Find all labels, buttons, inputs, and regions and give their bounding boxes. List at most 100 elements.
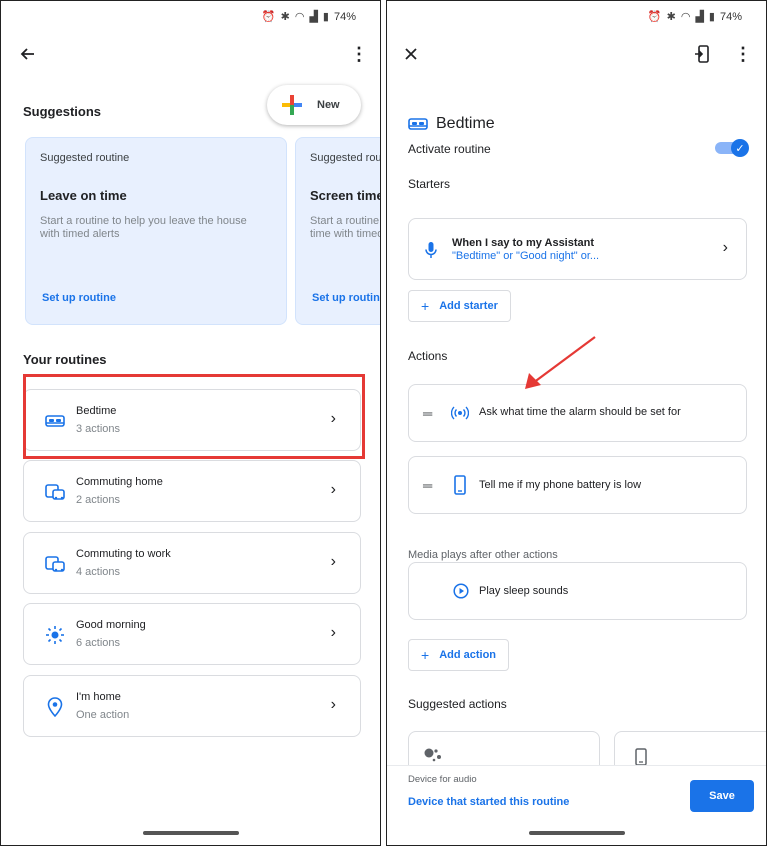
routines-list-screen: ⏰ ✱ ◠ ▟ ▮ 74% ⋮ Suggestions New Suggeste… [0, 0, 381, 846]
starter-card[interactable]: When I say to my Assistant "Bedtime" or … [408, 218, 747, 280]
highlight-box [23, 374, 365, 459]
add-action-label: Add action [439, 649, 497, 661]
alarm-icon: ⏰ [647, 11, 662, 23]
media-action-card[interactable]: Play sleep sounds [408, 562, 747, 620]
check-icon: ✓ [731, 139, 749, 157]
phone-link-icon [695, 45, 709, 63]
routine-action-count: 4 actions [76, 566, 121, 578]
suggested-routine-card[interactable]: Suggested routine Leave on time Start a … [25, 137, 287, 325]
bluetooth-icon: ✱ [666, 11, 676, 23]
suggested-routine-caption: Suggested routine [310, 152, 381, 164]
add-starter-button[interactable]: + Add starter [408, 290, 511, 322]
chevron-right-icon: › [330, 624, 336, 641]
routine-item-commuting-to-work[interactable]: Commuting to work 4 actions › [23, 532, 361, 594]
add-starter-label: Add starter [439, 300, 498, 312]
battery-icon: ▮ [322, 11, 329, 23]
back-arrow-icon [20, 48, 34, 60]
routine-item-commuting-home[interactable]: Commuting home 2 actions › [23, 460, 361, 522]
phone-icon [454, 475, 466, 495]
bed-icon [408, 118, 428, 130]
starter-title: When I say to my Assistant [452, 237, 595, 249]
status-bar: ⏰ ✱ ◠ ▟ ▮ 74% [261, 10, 356, 24]
set-up-routine-link[interactable]: Set up routine [312, 292, 380, 304]
action-label: Tell me if my phone battery is low [479, 479, 642, 491]
suggested-routine-title: Screen time [310, 188, 381, 203]
signal-icon: ▟ [695, 11, 704, 23]
routine-name: Good morning [76, 619, 146, 631]
back-button[interactable] [13, 40, 41, 68]
action-label: Ask what time the alarm should be set fo… [479, 406, 681, 418]
new-routine-label: New [317, 99, 340, 111]
chevron-right-icon: › [722, 239, 728, 256]
phone-add-button[interactable] [688, 40, 716, 68]
activate-routine-toggle[interactable]: ✓ [715, 139, 749, 157]
media-section-label: Media plays after other actions [408, 549, 558, 561]
routine-name: Commuting to work [76, 548, 171, 560]
close-icon [405, 48, 417, 60]
commute-icon [44, 553, 66, 575]
action-card[interactable]: ═ Tell me if my phone battery is low [408, 456, 747, 514]
annotation-arrow [525, 336, 596, 389]
bluetooth-icon: ✱ [280, 11, 290, 23]
more-vert-icon: ⋮ [734, 44, 752, 64]
suggestions-title: Suggestions [23, 104, 102, 119]
suggested-routine-desc: Start a routine to help you leave the ho… [40, 215, 247, 240]
routine-item-good-morning[interactable]: Good morning 6 actions › [23, 603, 361, 665]
suggested-routine-caption: Suggested routine [40, 152, 130, 164]
status-bar: ⏰ ✱ ◠ ▟ ▮ 74% [647, 10, 742, 24]
chevron-right-icon: › [330, 481, 336, 498]
plus-icon: + [421, 298, 430, 314]
battery-percent: 74% [333, 10, 356, 23]
more-vert-icon: ⋮ [350, 44, 368, 64]
device-audio-label: Device for audio [408, 774, 477, 785]
suggested-actions-title: Suggested actions [408, 697, 507, 711]
routine-action-count: One action [76, 709, 130, 721]
play-circle-icon [453, 583, 469, 599]
commute-icon [44, 481, 66, 503]
routine-name: Commuting home [76, 476, 163, 488]
chevron-right-icon: › [330, 553, 336, 570]
starter-phrases: "Bedtime" or "Good night" or... [452, 250, 600, 262]
routine-action-count: 2 actions [76, 494, 121, 506]
routine-header: Bedtime [408, 115, 495, 133]
your-routines-title: Your routines [23, 352, 107, 367]
more-options-button[interactable]: ⋮ [345, 40, 373, 68]
suggested-routine-card[interactable]: Suggested routine Screen time Start a ro… [295, 137, 381, 325]
routine-action-count: 6 actions [76, 637, 121, 649]
save-button[interactable]: Save [690, 780, 754, 812]
drag-handle-icon[interactable]: ═ [423, 406, 432, 421]
chevron-right-icon: › [330, 696, 336, 713]
location-icon [44, 696, 66, 718]
microphone-icon [425, 242, 437, 258]
broadcast-icon [451, 406, 469, 420]
media-action-label: Play sleep sounds [479, 585, 569, 597]
activate-routine-label: Activate routine [408, 142, 491, 156]
routine-name: I'm home [76, 691, 121, 703]
add-action-button[interactable]: + Add action [408, 639, 510, 671]
home-indicator [142, 831, 239, 835]
close-button[interactable] [397, 40, 425, 68]
phone-icon [635, 748, 647, 766]
alarm-icon: ⏰ [261, 11, 276, 23]
drag-handle-icon[interactable]: ═ [423, 478, 432, 493]
set-up-routine-link[interactable]: Set up routine [42, 292, 116, 304]
routine-title: Bedtime [436, 115, 495, 132]
wifi-icon: ◠ [680, 11, 691, 23]
routine-detail-screen: ⏰ ✱ ◠ ▟ ▮ 74% ⋮ Bedtime Activate routine… [386, 0, 767, 846]
device-audio-value[interactable]: Device that started this routine [408, 796, 569, 808]
new-routine-button[interactable]: New [267, 85, 361, 125]
routine-item-im-home[interactable]: I'm home One action › [23, 675, 361, 737]
plus-icon: + [421, 647, 430, 663]
plus-icon [282, 95, 302, 115]
suggested-routine-desc: Start a routine to help you control scre… [310, 215, 381, 240]
starters-title: Starters [408, 177, 451, 191]
battery-icon: ▮ [708, 11, 715, 23]
signal-icon: ▟ [309, 11, 318, 23]
wifi-icon: ◠ [294, 11, 305, 23]
home-indicator [528, 831, 625, 835]
more-options-button[interactable]: ⋮ [729, 40, 757, 68]
sun-icon [44, 624, 66, 646]
actions-title: Actions [408, 349, 448, 363]
assistant-icon [424, 748, 441, 762]
battery-percent: 74% [719, 10, 742, 23]
